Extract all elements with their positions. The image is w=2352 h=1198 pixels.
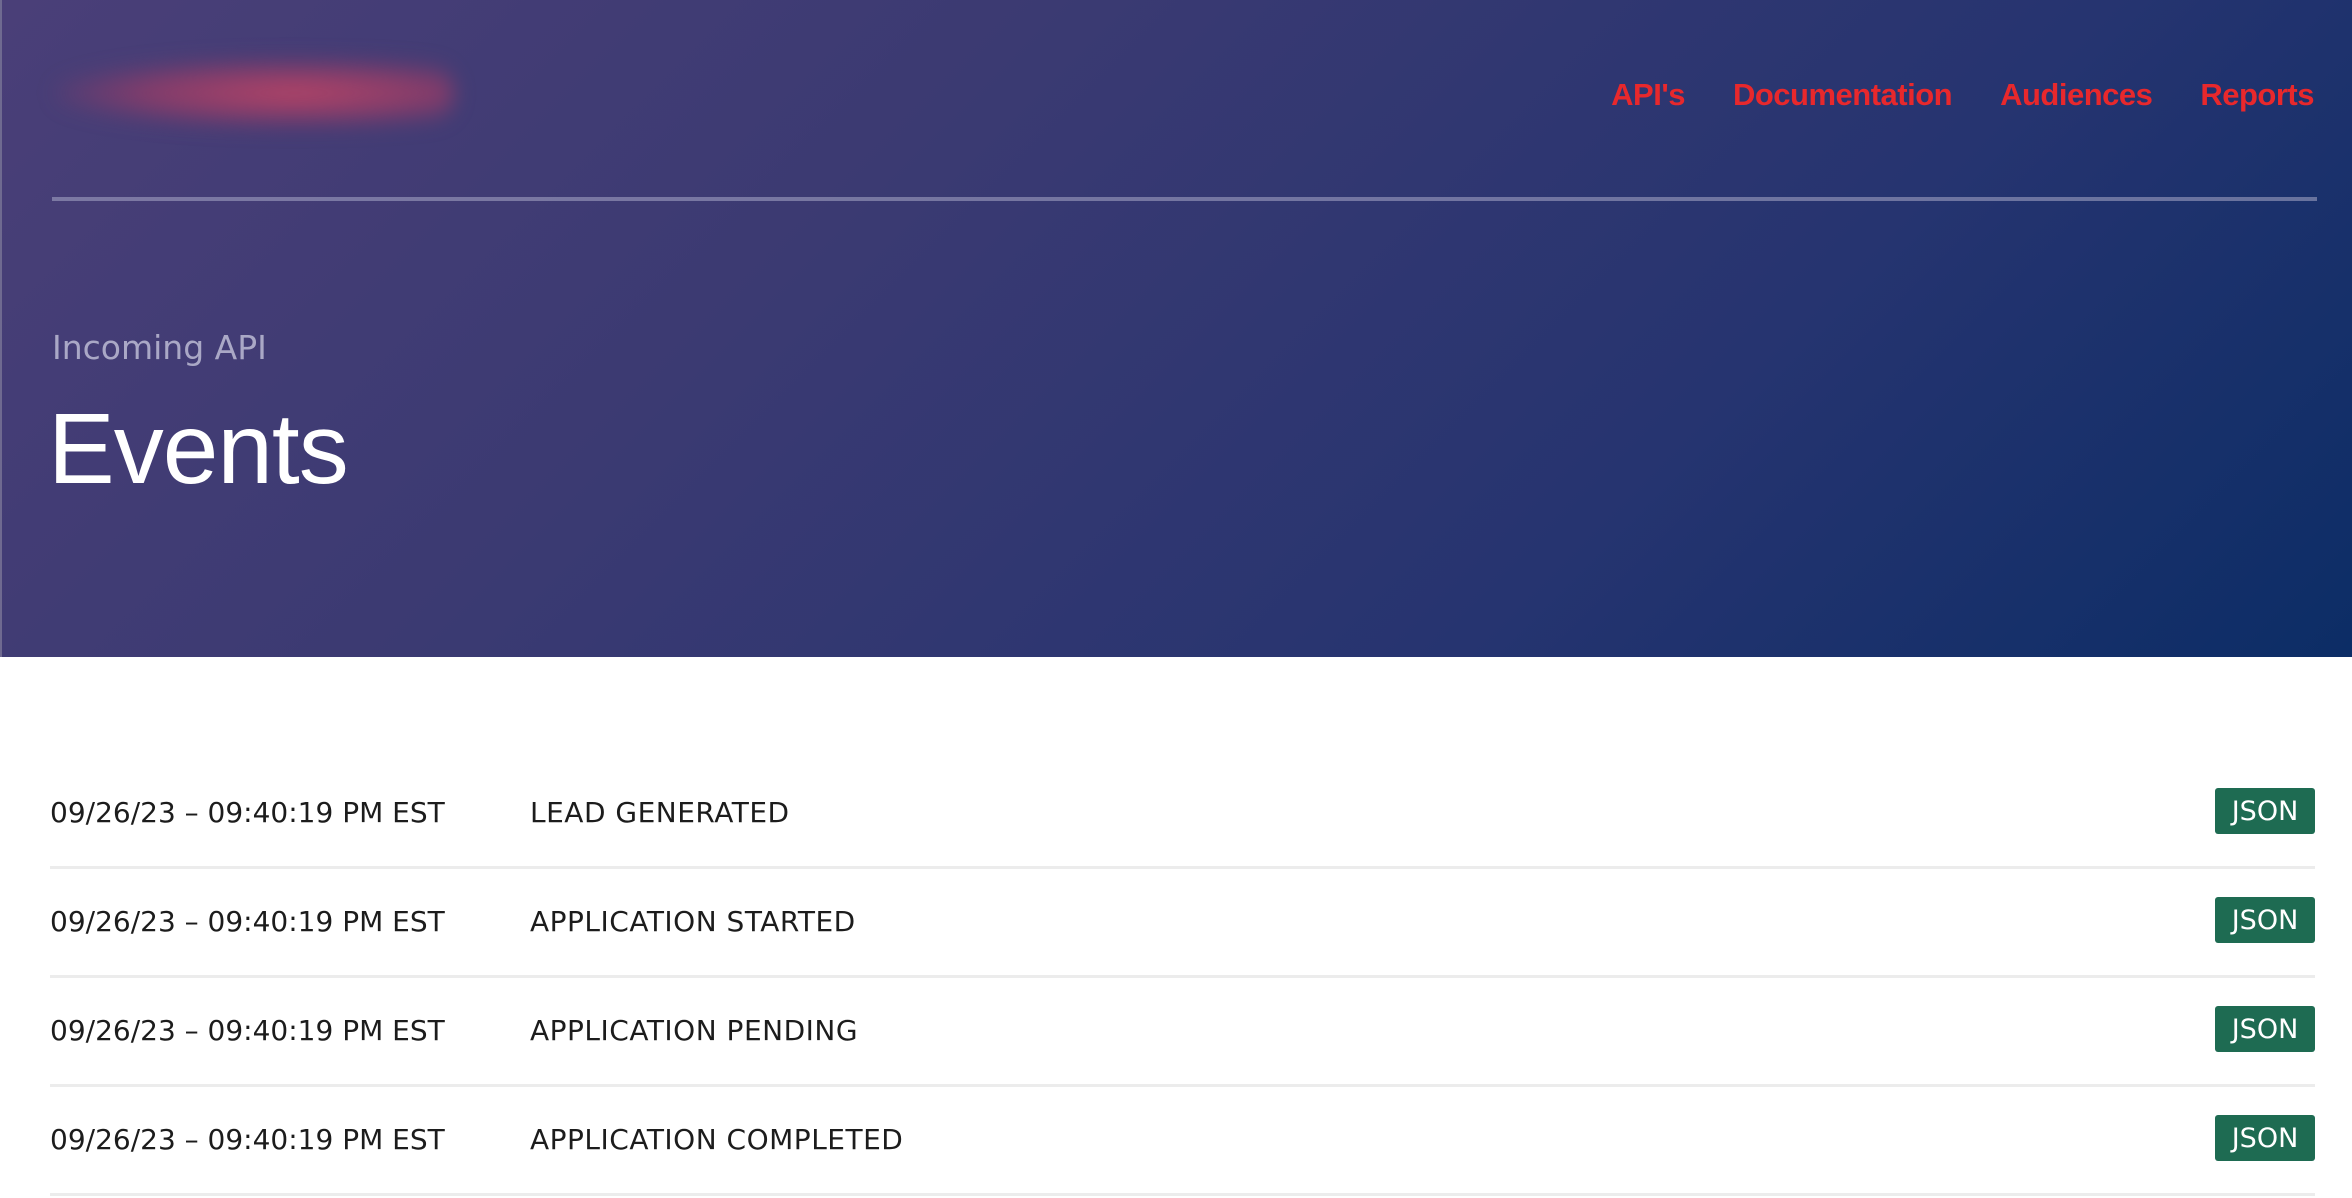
event-name: APPLICATION STARTED bbox=[530, 905, 856, 938]
blurred-logo-image bbox=[54, 58, 454, 128]
event-timestamp: 09/26/23 – 09:40:19 PM EST bbox=[50, 1014, 445, 1047]
event-name: LEAD GENERATED bbox=[530, 796, 790, 829]
event-name: APPLICATION COMPLETED bbox=[530, 1123, 904, 1156]
json-button[interactable]: JSON bbox=[2215, 788, 2315, 834]
page-eyebrow: Incoming API bbox=[52, 328, 267, 367]
event-timestamp: 09/26/23 – 09:40:19 PM EST bbox=[50, 905, 445, 938]
nav-link-apis[interactable]: API's bbox=[1611, 77, 1685, 113]
event-timestamp: 09/26/23 – 09:40:19 PM EST bbox=[50, 1123, 445, 1156]
top-navigation: API's Documentation Audiences Reports bbox=[1611, 72, 2314, 118]
events-list: 09/26/23 – 09:40:19 PM EST LEAD GENERATE… bbox=[50, 760, 2315, 1196]
event-timestamp: 09/26/23 – 09:40:19 PM EST bbox=[50, 796, 445, 829]
event-row: 09/26/23 – 09:40:19 PM EST APPLICATION C… bbox=[50, 1087, 2315, 1196]
json-button[interactable]: JSON bbox=[2215, 897, 2315, 943]
json-button[interactable]: JSON bbox=[2215, 1115, 2315, 1161]
hero-header: API's Documentation Audiences Reports In… bbox=[0, 0, 2352, 657]
nav-link-reports[interactable]: Reports bbox=[2200, 77, 2314, 113]
event-row: 09/26/23 – 09:40:19 PM EST LEAD GENERATE… bbox=[50, 760, 2315, 869]
event-row: 09/26/23 – 09:40:19 PM EST APPLICATION S… bbox=[50, 869, 2315, 978]
event-row: 09/26/23 – 09:40:19 PM EST APPLICATION P… bbox=[50, 978, 2315, 1087]
nav-link-documentation[interactable]: Documentation bbox=[1733, 77, 1953, 113]
event-name: APPLICATION PENDING bbox=[530, 1014, 859, 1047]
header-divider bbox=[52, 197, 2317, 201]
brand-logo[interactable] bbox=[54, 58, 454, 128]
page-title: Events bbox=[48, 393, 349, 505]
json-button[interactable]: JSON bbox=[2215, 1006, 2315, 1052]
nav-link-audiences[interactable]: Audiences bbox=[2000, 77, 2153, 113]
